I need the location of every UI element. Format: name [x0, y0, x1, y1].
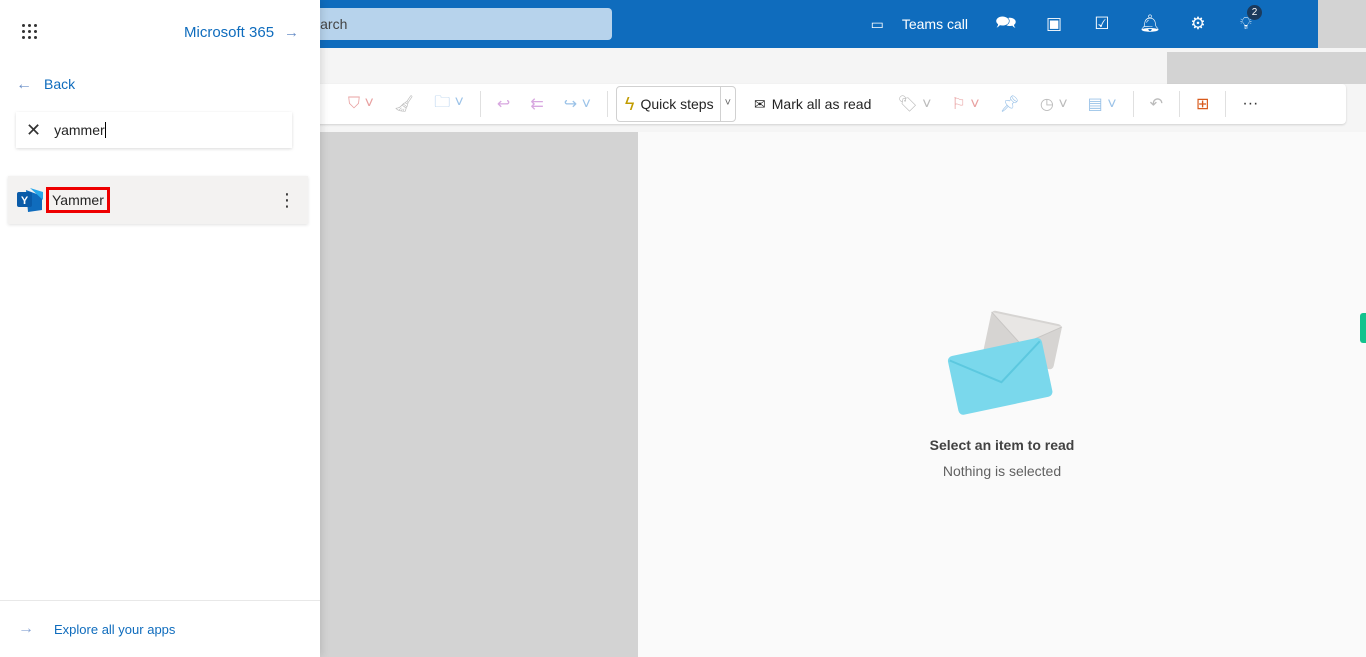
side-tab[interactable] [1360, 313, 1366, 343]
tips-badge: 2 [1247, 5, 1262, 20]
redacted-area [1167, 52, 1366, 84]
calendar-check-icon[interactable]: ☑ [1078, 14, 1126, 34]
arrow-left-icon: ← [16, 76, 32, 93]
apps-add-icon[interactable]: ⊞ [1188, 94, 1217, 114]
result-item-yammer[interactable]: Y Yammer ⋮ [8, 176, 308, 224]
move-icon[interactable]: 🗀 ˅ [426, 91, 472, 118]
microsoft-365-link[interactable]: Microsoft 365 → [184, 24, 299, 41]
rules-icon[interactable]: ▤ ˅ [1080, 94, 1125, 114]
reading-pane: Select an item to read Nothing is select… [638, 132, 1366, 657]
teams-call-button[interactable]: ▭ Teams call [871, 16, 968, 33]
more-options-icon[interactable]: ⋮ [278, 190, 296, 211]
message-list [320, 132, 638, 657]
flag-icon[interactable]: ⚐ ˅ [943, 94, 987, 114]
video-icon: ▭ [870, 15, 884, 32]
envelopes-illustration [947, 310, 1063, 415]
search-input[interactable] [290, 8, 612, 40]
empty-subtitle: Nothing is selected [942, 463, 1062, 479]
result-label: Yammer [46, 187, 110, 213]
explore-apps-link[interactable]: → Explore all your apps [0, 600, 320, 657]
chevron-down-icon[interactable]: ˅ [719, 87, 735, 121]
tag-icon[interactable]: 🏷︎ ˅ [889, 94, 939, 114]
clock-icon[interactable]: ◷ ˅ [1032, 94, 1076, 114]
arrow-right-icon: → [284, 24, 300, 41]
ribbon-toolbar: ⛉ ˅ 🧹︎ 🗀 ˅ ↩ ⇇ ↪ ˅ ϟ Quick steps ˅ ✉ Mark a… [300, 84, 1346, 124]
lightning-icon: ϟ [624, 93, 635, 114]
close-icon[interactable]: ✕ [26, 120, 41, 141]
onenote-icon[interactable]: ▣ [1030, 14, 1078, 34]
arrow-right-icon: → [18, 620, 34, 637]
reply-icon[interactable]: ↩ [489, 94, 518, 114]
back-button[interactable]: ← Back [16, 76, 75, 94]
avatar[interactable] [1318, 0, 1366, 48]
reply-all-icon[interactable]: ⇇ [522, 94, 551, 114]
sweep-icon[interactable]: 🧹︎ [386, 94, 422, 114]
quick-steps-button[interactable]: ϟ Quick steps ˅ [615, 86, 737, 122]
bell-icon[interactable]: 🔔︎ [1126, 14, 1174, 34]
lightbulb-icon[interactable]: 💡︎ 2 [1222, 5, 1270, 34]
yammer-icon: Y [17, 188, 43, 212]
app-search-input[interactable]: ✕ yammer [16, 112, 292, 148]
report-icon[interactable]: ⛉ ˅ [340, 95, 382, 113]
undo-icon[interactable]: ↶ [1142, 94, 1171, 114]
more-button[interactable]: ··· [1234, 95, 1266, 113]
empty-title: Select an item to read [929, 437, 1075, 453]
pin-icon[interactable]: 📌︎ [992, 94, 1028, 114]
forward-icon[interactable]: ↪ ˅ [556, 94, 599, 114]
envelope-open-icon: ✉ [754, 95, 766, 112]
gear-icon[interactable]: ⚙ [1174, 14, 1222, 34]
chat-icon[interactable]: 🗪 [982, 10, 1030, 39]
svg-text:Y: Y [21, 195, 29, 207]
waffle-icon[interactable] [22, 24, 37, 39]
app-launcher-panel: Microsoft 365 → ← Back ✕ yammer Y Yammer ⋮ … [0, 0, 320, 657]
mark-all-read-button[interactable]: ✉ Mark all as read [740, 96, 885, 113]
